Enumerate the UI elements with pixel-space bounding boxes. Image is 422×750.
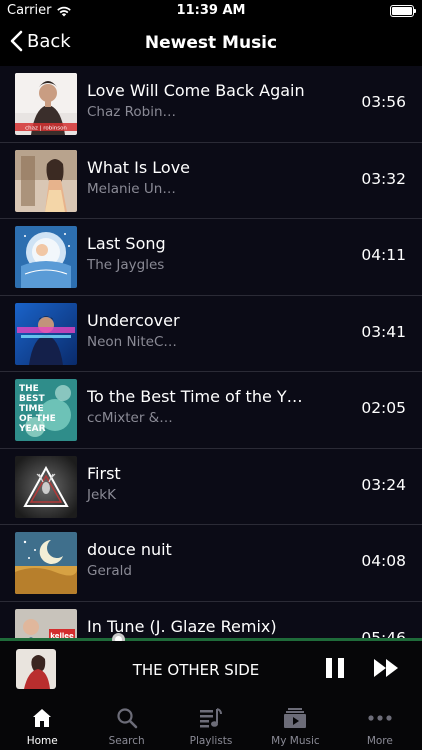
page-title: Newest Music xyxy=(144,33,278,53)
album-art xyxy=(15,149,77,212)
tab-bar: Home Search Playlists My Music More xyxy=(0,699,422,750)
tab-more[interactable]: More xyxy=(338,699,422,750)
album-art xyxy=(15,532,77,594)
song-title: Last Song xyxy=(87,234,166,253)
playlist-icon xyxy=(198,705,224,731)
my-music-icon xyxy=(282,705,308,731)
song-duration: 02:05 xyxy=(361,399,406,417)
song-artist: Neon NiteC… xyxy=(87,333,177,350)
tab-search[interactable]: Search xyxy=(84,699,168,750)
more-icon xyxy=(367,705,393,731)
song-row[interactable]: kellee In Tune (J. Glaze Remix) 05:46 xyxy=(0,602,422,640)
svg-text:OF THE: OF THE xyxy=(19,414,56,424)
pause-button[interactable] xyxy=(326,658,344,678)
song-duration: 04:11 xyxy=(361,246,406,264)
song-duration: 03:56 xyxy=(361,93,406,111)
song-list[interactable]: chaz | robinson Love Will Come Back Agai… xyxy=(0,66,422,640)
svg-text:THE: THE xyxy=(19,384,39,394)
tab-label: More xyxy=(366,735,393,747)
album-art xyxy=(15,226,77,288)
song-artist: The Jaygles xyxy=(87,257,165,273)
tab-label: My Music xyxy=(271,735,320,747)
song-title: Love Will Come Back Again xyxy=(87,81,305,100)
album-art: chaz | robinson xyxy=(15,73,77,135)
song-row[interactable]: douce nuit Gerald 04:08 xyxy=(0,525,422,602)
song-artist: Melanie Un… xyxy=(87,180,176,197)
pause-icon xyxy=(326,658,332,678)
song-artist: Chaz Robin… xyxy=(87,104,177,120)
svg-text:TIME: TIME xyxy=(19,404,44,414)
tab-label: Playlists xyxy=(189,735,233,747)
song-title: douce nuit xyxy=(87,540,172,559)
tab-label: Search xyxy=(108,735,145,747)
home-icon xyxy=(29,705,55,731)
album-art xyxy=(15,302,77,365)
svg-text:YEAR: YEAR xyxy=(18,424,46,434)
search-icon xyxy=(114,705,140,731)
song-artist: ccMixter &… xyxy=(87,410,173,426)
song-title: First xyxy=(87,463,121,483)
song-row[interactable]: chaz | robinson Love Will Come Back Agai… xyxy=(0,66,422,143)
navigation-bar: Back Newest Music xyxy=(0,22,422,66)
song-row[interactable]: Last Song The Jaygles 04:11 xyxy=(0,219,422,296)
song-title: To the Best Time of the Y… xyxy=(87,387,303,406)
song-row[interactable]: What Is Love Melanie Un… 03:32 xyxy=(0,143,422,219)
song-duration: 03:24 xyxy=(361,475,406,494)
tab-my-music[interactable]: My Music xyxy=(253,699,337,750)
tab-label: Home xyxy=(26,735,58,747)
song-row[interactable]: Undercover Neon NiteC… 03:41 xyxy=(0,296,422,372)
song-row[interactable]: THE BEST TIME OF THE YEAR To the Best Ti… xyxy=(0,372,422,449)
album-art: kellee xyxy=(15,608,77,640)
song-row[interactable]: First JekK 03:24 xyxy=(0,449,422,525)
song-artist: JekK xyxy=(87,486,116,503)
mini-player[interactable]: THE OTHER SIDE xyxy=(0,641,422,699)
status-bar: Carrier 11:39 AM xyxy=(0,0,422,22)
song-duration: 03:41 xyxy=(361,322,406,341)
song-title: What Is Love xyxy=(87,157,190,177)
album-art: THE BEST TIME OF THE YEAR xyxy=(15,379,77,441)
album-art xyxy=(15,455,77,518)
song-duration: 04:08 xyxy=(361,552,406,570)
song-duration: 03:32 xyxy=(361,169,406,188)
tab-home[interactable]: Home xyxy=(0,699,84,750)
song-artist: Gerald xyxy=(87,563,132,579)
tab-playlists[interactable]: Playlists xyxy=(169,699,253,750)
battery-icon xyxy=(390,5,416,17)
song-title: Undercover xyxy=(87,310,180,330)
next-track-button[interactable] xyxy=(373,658,399,678)
svg-text:BEST: BEST xyxy=(19,394,45,404)
album-art-label: chaz | robinson xyxy=(25,126,67,132)
clock: 11:39 AM xyxy=(176,3,246,18)
